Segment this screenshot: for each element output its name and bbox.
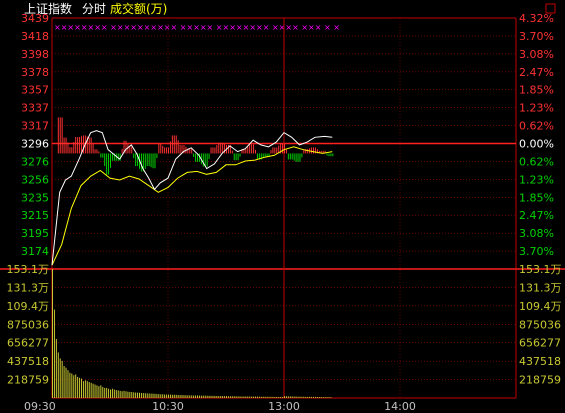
volume-tick-label-right: 218759 — [519, 374, 561, 387]
volume-tick-label-right: 656277 — [519, 337, 561, 350]
grid — [0, 17, 565, 399]
volume-tick-label: 218759 — [7, 374, 49, 387]
price-tick-label: 3296 — [21, 138, 49, 151]
price-tick-label: 3276 — [21, 155, 49, 168]
volume-label: 成交额(万) — [110, 1, 167, 16]
volume-tick-label: 109.4万 — [7, 300, 50, 313]
time-label: 13:00 — [268, 400, 300, 413]
volume-tick-label: 131.3万 — [7, 281, 50, 294]
pct-tick-label: 1.23% — [519, 173, 554, 186]
volume-tick-label: 153.1万 — [7, 263, 50, 276]
intraday-chart[interactable]: 上证指数 分时 成交额(万) ×××××××× ×××××××××× ×××××… — [0, 0, 565, 413]
pct-tick-label: 2.47% — [519, 66, 554, 79]
pct-tick-label: 1.85% — [519, 84, 554, 97]
pct-tick-label: 3.70% — [519, 245, 554, 258]
price-tick-label: 3398 — [21, 48, 49, 61]
price-tick-label: 3439 — [21, 12, 49, 25]
price-tick-label: 3195 — [21, 227, 49, 240]
price-tick-label: 3418 — [21, 30, 49, 43]
price-tick-label: 3378 — [21, 66, 49, 79]
pct-tick-label: 0.62% — [519, 155, 554, 168]
average-price-line — [51, 146, 333, 266]
pct-tick-label: 3.08% — [519, 48, 554, 61]
volume-tick-label: 437518 — [7, 355, 49, 368]
price-tick-label: 3317 — [21, 120, 49, 133]
price-tick-label: 3215 — [21, 209, 49, 222]
red-green-bars — [57, 117, 334, 175]
volume-bars — [52, 269, 332, 398]
pct-tick-label: 3.08% — [519, 227, 554, 240]
price-tick-label: 3256 — [21, 173, 49, 186]
price-tick-label: 3357 — [21, 84, 49, 97]
volume-tick-label-right: 131.3万 — [519, 281, 562, 294]
price-tick-label: 3174 — [21, 245, 49, 258]
time-label: 09:30 — [24, 400, 56, 413]
pct-tick-label: 2.47% — [519, 209, 554, 222]
volume-tick-label: 656277 — [7, 337, 49, 350]
pct-tick-label: 1.85% — [519, 191, 554, 204]
pct-tick-label: 3.70% — [519, 30, 554, 43]
volume-tick-label-right: 875036 — [519, 318, 561, 331]
pct-tick-label: 0.00% — [519, 138, 554, 151]
event-markers: ×××××××× ×××××××××× ××××× ×××××××× ×××× … — [54, 23, 340, 32]
pct-tick-label: 0.62% — [519, 120, 554, 133]
pct-tick-label: 1.23% — [519, 102, 554, 115]
price-tick-label: 3235 — [21, 191, 49, 204]
price-tick-label: 3337 — [21, 102, 49, 115]
volume-tick-label: 875036 — [7, 318, 49, 331]
mode-label[interactable]: 分时 — [82, 2, 106, 16]
time-label: 14:00 — [384, 400, 416, 413]
time-label: 10:30 — [152, 400, 184, 413]
volume-tick-label-right: 109.4万 — [519, 300, 562, 313]
volume-tick-label-right: 437518 — [519, 355, 561, 368]
pct-tick-label: 4.32% — [519, 12, 554, 25]
volume-tick-label-right: 153.1万 — [519, 263, 562, 276]
